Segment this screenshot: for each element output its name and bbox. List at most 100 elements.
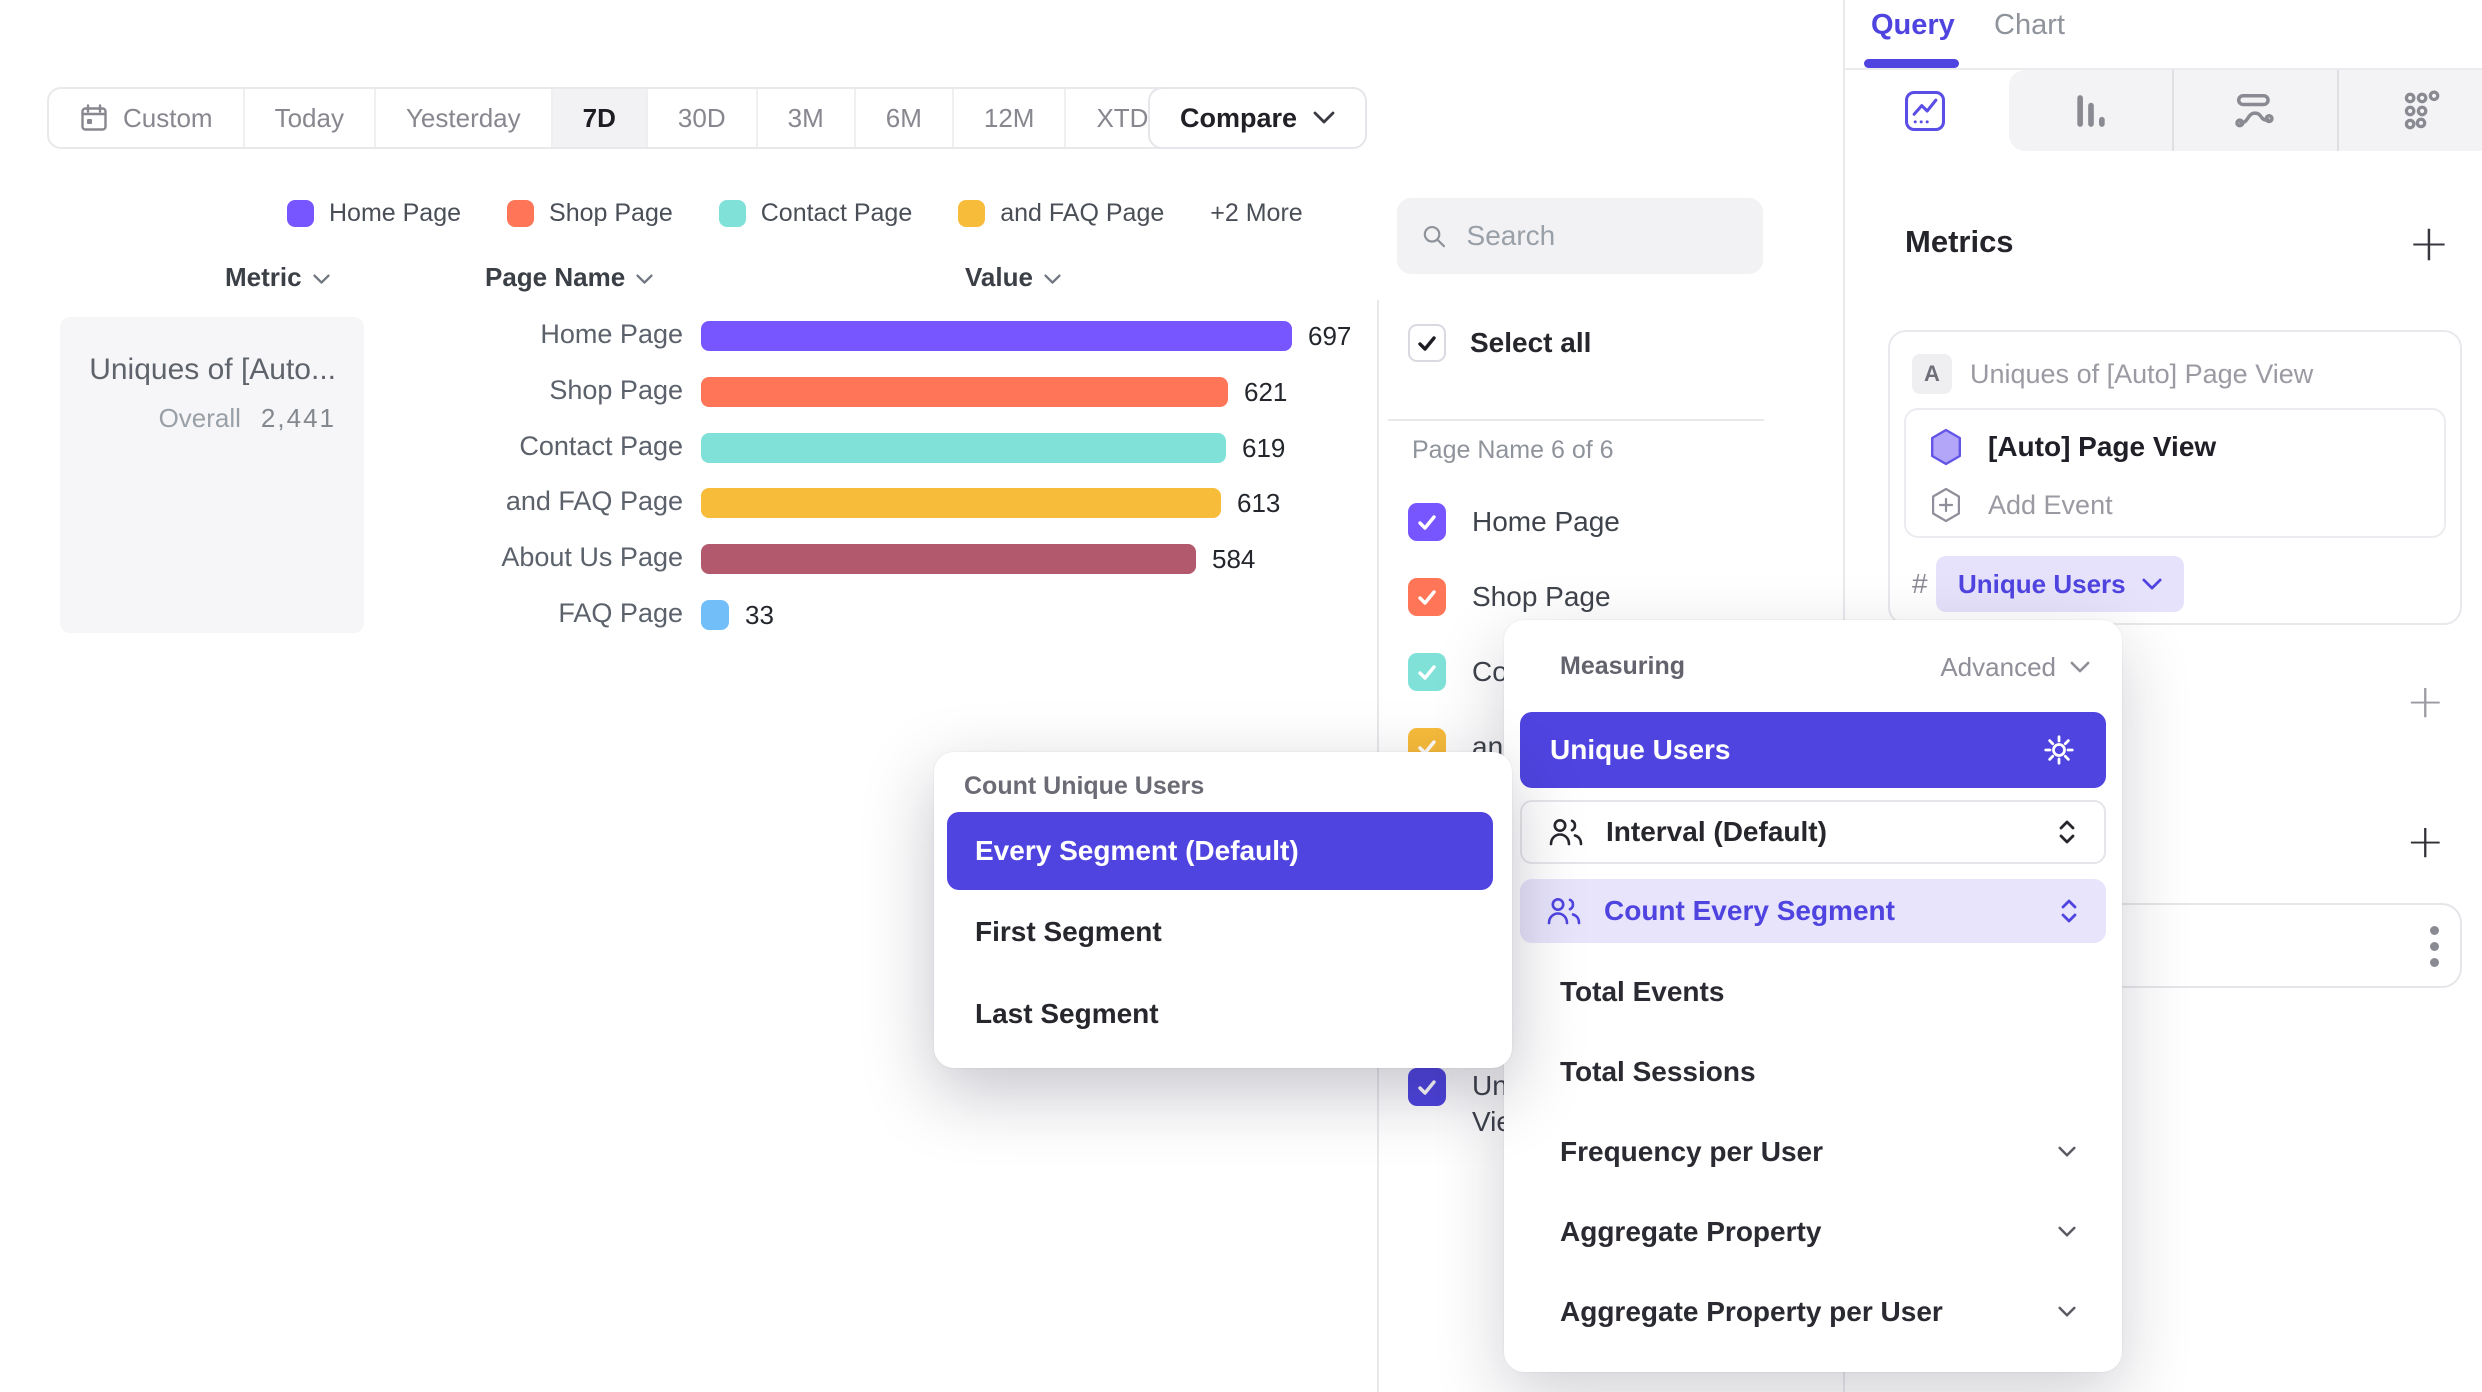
popup-title: Count Unique Users [964, 772, 1204, 801]
menu-item-first-segment[interactable]: First Segment [975, 916, 1162, 948]
add-event-icon [1928, 486, 1964, 524]
column-header-page-name[interactable]: Page Name [485, 262, 653, 293]
count-unique-users-popup: Count Unique Users Every Segment (Defaul… [934, 752, 1512, 1068]
chevron-down-icon [1313, 111, 1335, 125]
add-filter-button[interactable]: + [2406, 678, 2445, 724]
compare-label: Compare [1180, 103, 1297, 134]
flow-icon [2230, 86, 2280, 136]
filter-checkbox[interactable] [1408, 503, 1446, 541]
menu-item-interval[interactable]: Interval (Default) [1520, 800, 2106, 864]
bar[interactable] [701, 600, 729, 630]
people-icon [1548, 817, 1584, 847]
menu-item-total-sessions[interactable]: Total Sessions [1560, 1056, 2076, 1088]
measurement-chip-label: Unique Users [1958, 569, 2126, 600]
metric-letter-badge: A [1912, 354, 1952, 394]
gear-icon[interactable] [2042, 733, 2076, 767]
date-range-3m[interactable]: 3M [758, 89, 856, 147]
date-range-today[interactable]: Today [245, 89, 376, 147]
filter-checkbox[interactable] [1408, 653, 1446, 691]
date-range-custom[interactable]: Custom [49, 89, 245, 147]
insights-report-page: CustomTodayYesterday7D30D3M6M12MXTD Comp… [0, 0, 2482, 1392]
more-options-icon[interactable] [2430, 926, 2439, 967]
add-metric-button[interactable]: + [2408, 218, 2450, 268]
checkmark-icon [1415, 585, 1439, 609]
chevron-down-icon [2058, 1306, 2076, 1318]
divider-horizontal [1388, 419, 1764, 421]
filter-item[interactable]: Shop Page [1408, 578, 1611, 616]
bar-value-label: 697 [1308, 321, 1351, 352]
filter-metric-item[interactable]: Uni Vie [1408, 1068, 1514, 1140]
bar-value-label: 33 [745, 600, 774, 631]
bar[interactable] [701, 488, 1221, 518]
checkmark-icon [1415, 660, 1439, 684]
bar[interactable] [701, 377, 1228, 407]
date-range-12m[interactable]: 12M [954, 89, 1067, 147]
search-input[interactable] [1465, 219, 1739, 253]
metrics-heading: Metrics [1905, 224, 2014, 260]
menu-item-count-every-segment[interactable]: Count Every Segment [1520, 879, 2106, 943]
tab-flow-chart[interactable] [2230, 86, 2280, 136]
bar-category-label: About Us Page [353, 542, 683, 573]
bar[interactable] [701, 321, 1292, 351]
search-icon [1421, 221, 1447, 251]
metric-checkbox[interactable] [1408, 1068, 1446, 1106]
search-box[interactable] [1397, 198, 1763, 274]
measuring-dropdown: Measuring Advanced Unique Users Interval… [1504, 620, 2122, 1372]
filter-checkbox[interactable] [1408, 578, 1446, 616]
legend-item[interactable]: Shop Page [507, 199, 673, 228]
chart-legend: Home Page Shop Page Contact Page and FAQ Pa… [287, 199, 1303, 228]
column-header-metric[interactable]: Metric [225, 262, 330, 293]
measurement-chip[interactable]: Unique Users [1936, 556, 2184, 612]
bar-value-label: 613 [1237, 488, 1280, 519]
add-event-row[interactable]: Add Event [1928, 486, 2113, 524]
tab-query[interactable]: Query [1871, 9, 1955, 42]
filter-item[interactable]: Home Page [1408, 503, 1620, 541]
menu-item-aggregate-property[interactable]: Aggregate Property [1560, 1216, 2076, 1248]
compare-button[interactable]: Compare [1148, 87, 1367, 149]
date-range-yesterday[interactable]: Yesterday [376, 89, 553, 147]
select-all-checkbox[interactable] [1408, 324, 1446, 362]
menu-item-frequency-per-user[interactable]: Frequency per User [1560, 1136, 2076, 1168]
divider-vertical [2337, 70, 2339, 151]
bar[interactable] [701, 433, 1226, 463]
legend-items: Home Page Shop Page Contact Page and FAQ Pa… [287, 199, 1164, 228]
event-row[interactable]: [Auto] Page View [1928, 428, 2216, 466]
legend-item[interactable]: Home Page [287, 199, 461, 228]
bar-category-label: Contact Page [353, 431, 683, 462]
date-range-30d[interactable]: 30D [648, 89, 758, 147]
add-breakdown-button[interactable]: + [2406, 818, 2445, 864]
chevron-down-icon [2058, 1226, 2076, 1238]
legend-more[interactable]: +2 More [1210, 199, 1302, 228]
tab-chart[interactable]: Chart [1994, 9, 2065, 42]
menu-item-last-segment[interactable]: Last Segment [975, 998, 1159, 1030]
legend-item[interactable]: and FAQ Page [958, 199, 1164, 228]
select-all-row[interactable]: Select all [1408, 324, 1591, 362]
tab-grid-chart[interactable] [2396, 86, 2446, 136]
bar[interactable] [701, 544, 1196, 574]
stepper-icon [2058, 896, 2080, 926]
tab-insights-chart[interactable] [1900, 86, 1950, 136]
date-range-6m[interactable]: 6M [856, 89, 954, 147]
column-header-value[interactable]: Value [965, 262, 1061, 293]
chevron-down-icon [2070, 661, 2090, 674]
date-range-selector: CustomTodayYesterday7D30D3M6M12MXTD [47, 87, 1212, 149]
people-icon [1546, 896, 1582, 926]
active-tab-indicator [1864, 59, 1959, 68]
date-range-7d[interactable]: 7D [553, 89, 648, 147]
chevron-down-icon [1044, 274, 1061, 285]
menu-item-unique-users[interactable]: Unique Users [1520, 712, 2106, 788]
advanced-toggle[interactable]: Advanced [1940, 652, 2090, 683]
menu-item-every-segment[interactable]: Every Segment (Default) [947, 812, 1493, 890]
stepper-icon [2056, 817, 2078, 847]
legend-item[interactable]: Contact Page [719, 199, 913, 228]
bar-category-label: FAQ Page [353, 598, 683, 629]
chevron-down-icon [2058, 1146, 2076, 1158]
menu-item-aggregate-property-per-user[interactable]: Aggregate Property per User [1560, 1296, 2076, 1328]
chevron-down-icon [636, 274, 653, 285]
tab-bar-chart[interactable] [2066, 86, 2116, 136]
chevron-down-icon [313, 274, 330, 285]
metric-summary-card[interactable]: Uniques of [Auto... Overall 2,441 [60, 317, 364, 633]
menu-item-total-events[interactable]: Total Events [1560, 976, 2076, 1008]
event-label: [Auto] Page View [1988, 431, 2216, 463]
bar-category-label: Shop Page [353, 375, 683, 406]
